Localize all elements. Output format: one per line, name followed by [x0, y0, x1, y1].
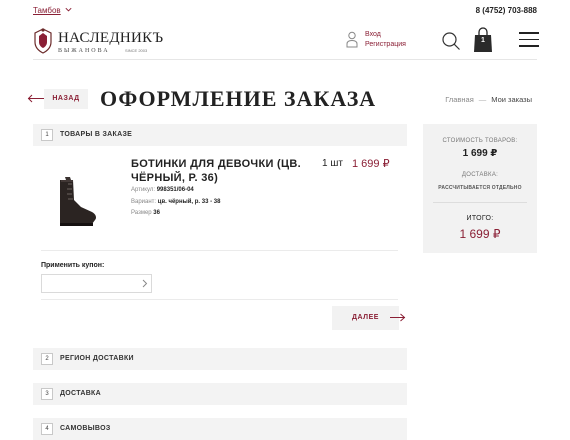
register-link[interactable]: Регистрация [365, 41, 406, 48]
next-button-label[interactable]: ДАЛЕЕ [332, 314, 399, 321]
section-pickup-header[interactable]: 4 САМОВЫВОЗ [33, 418, 407, 440]
section-region-header[interactable]: 2 РЕГИОН ДОСТАВКИ [33, 348, 407, 370]
section-title: ДОСТАВКА [60, 390, 101, 397]
burger-icon[interactable] [519, 32, 539, 48]
product-price: 1 699 ₽ [352, 158, 390, 170]
chevron-down-icon[interactable] [64, 5, 73, 14]
product-variant: Вариант: цв. чёрный, р. 33 - 38 [131, 199, 221, 205]
logo-name[interactable]: НАСЛЕДНИКЪ [58, 30, 163, 47]
chevron-right-icon[interactable] [141, 279, 148, 288]
total-label: ИТОГО: [466, 215, 494, 222]
logo-since: SINCE 2003 [125, 48, 148, 53]
section-title: РЕГИОН ДОСТАВКИ [60, 355, 134, 362]
page-title: ОФОРМЛЕНИЕ ЗАКАЗА [100, 86, 377, 111]
section-delivery-header[interactable]: 3 ДОСТАВКА [33, 383, 407, 405]
coupon-label: Применить купон: [41, 262, 105, 269]
delivery-value: РАССЧИТЫВАЕТСЯ ОТДЕЛЬНО [438, 185, 522, 191]
product-size: Размер 36 [131, 210, 160, 216]
order-summary: СТОИМОСТЬ ТОВАРОВ: 1 699 ₽ ДОСТАВКА: РАС… [423, 124, 537, 253]
breadcrumb: Главная — Мои заказы [445, 95, 532, 104]
arrow-right-icon [400, 313, 406, 322]
delivery-label: ДОСТАВКА: [461, 172, 499, 178]
logo-subtitle: ВЫЖАНОВА [58, 48, 110, 54]
back-button[interactable]: НАЗАД [27, 89, 88, 109]
section-number: 2 [41, 353, 53, 365]
arrow-left-icon [27, 94, 33, 103]
header-divider [33, 59, 537, 60]
section-number: 4 [41, 423, 53, 435]
product-image[interactable] [46, 174, 102, 230]
breadcrumb-home[interactable]: Главная [445, 95, 474, 104]
product-name[interactable]: БОТИНКИ ДЛЯ ДЕВОЧКИ (ЦВ. ЧЁРНЫЙ, Р. 36) [131, 157, 321, 185]
goods-cost-label: СТОИМОСТЬ ТОВАРОВ: [442, 138, 518, 144]
product-quantity: 1 шт [322, 158, 343, 169]
section-number: 1 [41, 129, 53, 141]
login-link[interactable]: Вход [365, 31, 381, 38]
coupon-input[interactable] [41, 274, 152, 293]
divider [41, 299, 398, 300]
cart-count: 1 [481, 37, 485, 44]
top-bar: Тамбов 8 (4752) 703-888 [0, 0, 570, 22]
section-title: ТОВАРЫ В ЗАКАЗЕ [60, 131, 133, 138]
product-article: Артикул: 998351/06-04 [131, 187, 194, 193]
section-number: 3 [41, 388, 53, 400]
breadcrumb-current[interactable]: Мои заказы [491, 95, 532, 104]
divider [41, 250, 398, 251]
total-value: 1 699 ₽ [459, 227, 501, 241]
search-icon[interactable] [441, 31, 461, 51]
summary-divider [433, 202, 527, 203]
city-selector[interactable]: Тамбов [33, 6, 61, 15]
section-goods-header[interactable]: 1 ТОВАРЫ В ЗАКАЗЕ [33, 124, 407, 146]
site-header: НАСЛЕДНИКЪ ВЫЖАНОВА SINCE 2003 Вход Реги… [0, 22, 570, 60]
breadcrumb-separator: — [478, 95, 487, 104]
phone-number[interactable]: 8 (4752) 703-888 [476, 6, 537, 15]
user-icon[interactable] [346, 31, 358, 48]
goods-cost-value: 1 699 ₽ [462, 148, 498, 159]
back-label: НАЗАД [52, 95, 80, 102]
crest-icon[interactable] [32, 27, 54, 55]
section-title: САМОВЫВОЗ [60, 425, 111, 432]
